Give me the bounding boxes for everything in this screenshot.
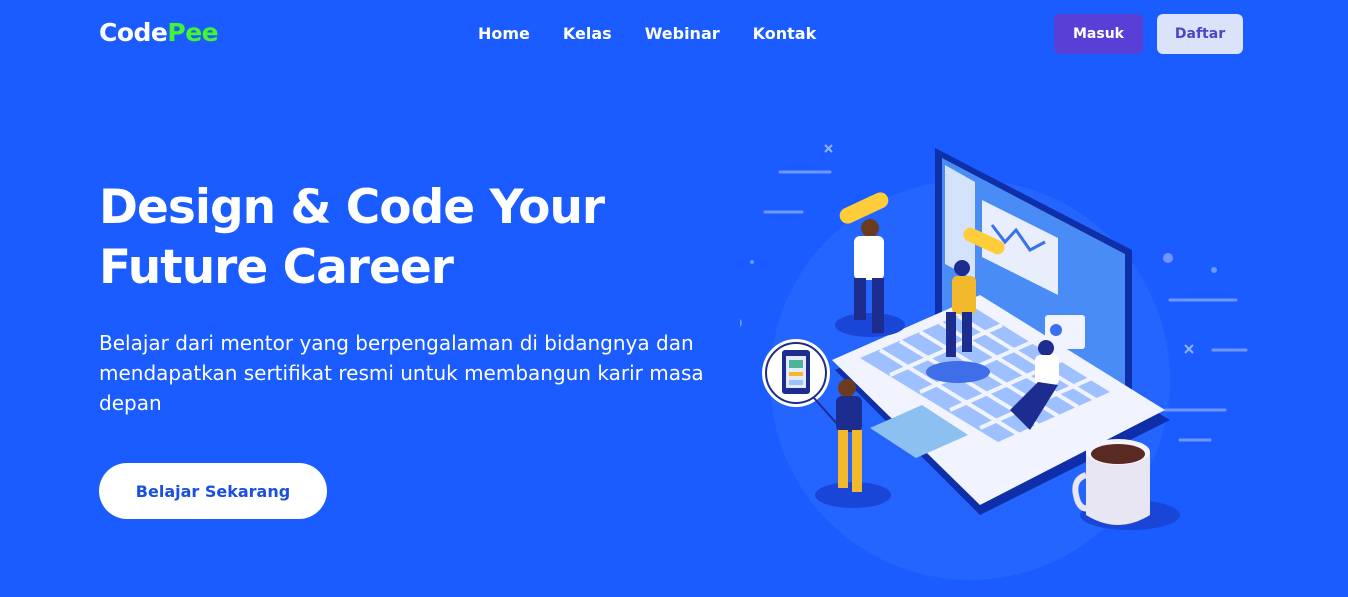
nav-link-home[interactable]: Home: [478, 24, 530, 43]
hero-title: Design & Code Your Future Career: [99, 178, 719, 298]
hero-title-line2: Future Career: [99, 240, 454, 295]
navbar: CodePee Home Kelas Webinar Kontak Masuk …: [0, 0, 1348, 68]
start-learning-button[interactable]: Belajar Sekarang: [99, 463, 327, 519]
logo[interactable]: CodePee: [99, 18, 219, 47]
nav-link-webinar[interactable]: Webinar: [645, 24, 720, 43]
hero-subtitle: Belajar dari mentor yang berpengalaman d…: [99, 331, 704, 415]
hero-title-line1: Design & Code Your: [99, 180, 605, 235]
logo-text-code: Code: [99, 18, 168, 47]
login-button[interactable]: Masuk: [1054, 14, 1143, 54]
nav-link-kelas[interactable]: Kelas: [563, 24, 612, 43]
logo-text-pee: Pee: [167, 18, 219, 47]
hero-illustration: [740, 144, 1248, 580]
register-button[interactable]: Daftar: [1157, 14, 1243, 54]
main-nav: Home Kelas Webinar Kontak: [478, 24, 849, 43]
nav-link-kontak[interactable]: Kontak: [753, 24, 817, 43]
